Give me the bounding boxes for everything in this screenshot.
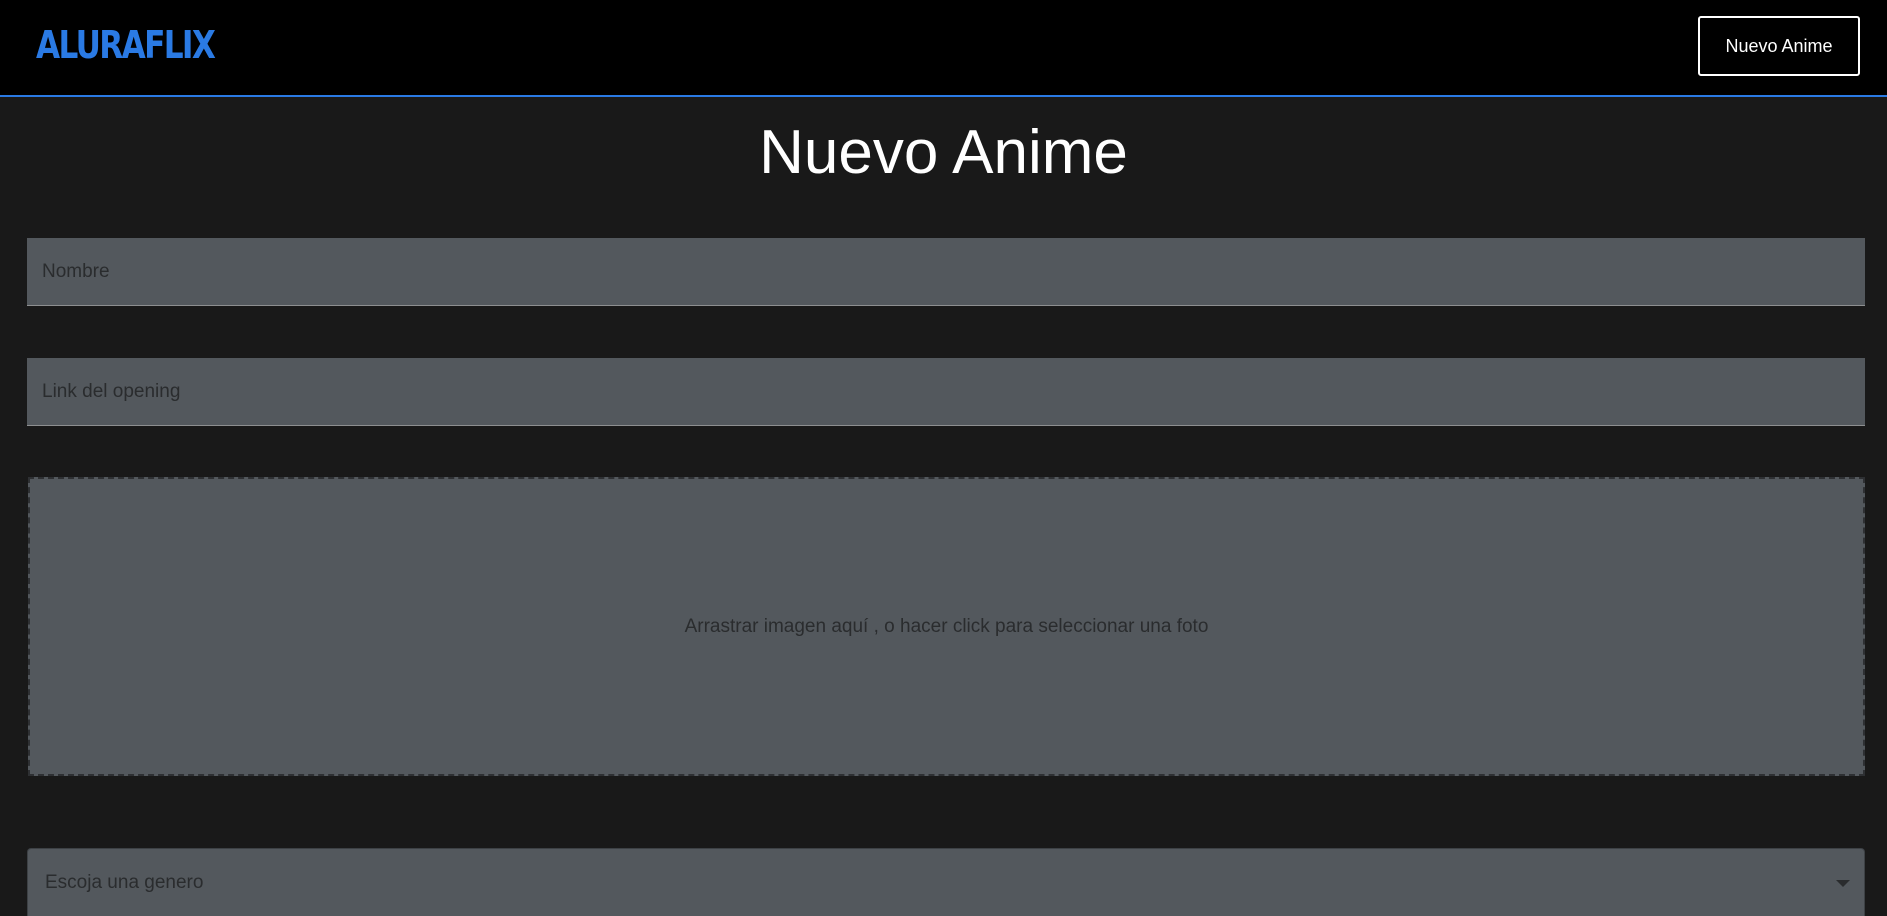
opening-link-field-container	[27, 358, 1865, 426]
name-input[interactable]	[27, 238, 1865, 305]
new-anime-button[interactable]: Nuevo Anime	[1698, 16, 1860, 76]
chevron-down-icon[interactable]	[1836, 880, 1850, 887]
genre-select[interactable]: Escoja una genero	[27, 848, 1865, 916]
opening-link-input[interactable]	[27, 358, 1865, 425]
name-field-container	[27, 238, 1865, 306]
top-navigation-bar: ALURAFLIX Nuevo Anime	[0, 0, 1887, 97]
image-dropzone[interactable]: Arrastrar imagen aquí , o hacer click pa…	[28, 477, 1865, 776]
genre-select-value: Escoja una genero	[45, 872, 204, 893]
aluraflix-logo[interactable]: ALURAFLIX	[36, 20, 216, 70]
dropzone-instructions: Arrastrar imagen aquí , o hacer click pa…	[684, 615, 1209, 637]
page-title: Nuevo Anime	[759, 118, 1128, 187]
